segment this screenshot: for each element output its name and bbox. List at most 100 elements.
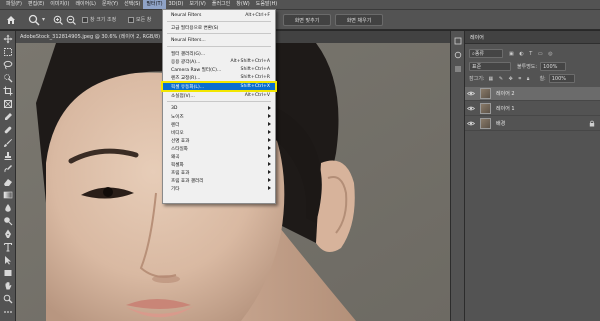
frame-tool-icon[interactable] — [3, 99, 13, 109]
eye-icon[interactable] — [465, 104, 477, 114]
clone-stamp-icon[interactable] — [3, 151, 13, 161]
submenu-arrow-icon — [268, 106, 271, 110]
menu-item-liquify[interactable]: 픽셀 유동화(L)... Shift+Ctrl+X — [161, 81, 277, 92]
layer-row-background[interactable]: 배경 — [465, 117, 600, 131]
quick-select-tool-icon[interactable] — [3, 73, 13, 83]
fill-screen-button[interactable]: 화면 채우기 — [335, 14, 383, 26]
zoom-in-icon[interactable] — [53, 15, 63, 25]
menu-help[interactable]: 도움말(H) — [253, 0, 280, 9]
menu-item-video[interactable]: 비디오 — [163, 129, 275, 136]
move-tool-icon[interactable] — [3, 34, 13, 44]
menu-item-neural-filters-last[interactable]: Neural Filters Alt+Ctrl+F — [163, 12, 275, 19]
menu-image[interactable]: 이미지(I) — [47, 0, 72, 9]
submenu-arrow-icon — [268, 178, 271, 182]
menu-item-label: 필터 갤러리(G)... — [171, 51, 206, 57]
blend-opacity-row: 표준 불투명도: 100% — [465, 62, 600, 71]
checkbox-box[interactable] — [82, 16, 88, 23]
panel-icon-strip — [451, 31, 465, 321]
menu-item-pixelate[interactable]: 픽셀화 — [163, 161, 275, 168]
blur-tool-icon[interactable] — [3, 203, 13, 213]
submenu-arrow-icon — [268, 186, 271, 190]
marquee-tool-icon[interactable] — [3, 47, 13, 57]
hand-tool-icon[interactable] — [3, 281, 13, 291]
menu-item-3d[interactable]: 3D — [163, 105, 275, 112]
resize-windows-checkbox[interactable]: 창 크기 조정 — [82, 16, 116, 23]
menu-item-filter-gallery[interactable]: 필터 갤러리(G)... — [163, 50, 275, 57]
history-brush-icon[interactable] — [3, 164, 13, 174]
menu-item-distort[interactable]: 왜곡 — [163, 153, 275, 160]
menu-item-blur-gallery[interactable]: 흐림 효과 갤러리 — [163, 177, 275, 184]
menu-item-vanishing-point[interactable]: 소실점(V)... Alt+Ctrl+V — [163, 92, 275, 99]
menu-item-shortcut: Shift+Ctrl+X — [240, 84, 270, 89]
crop-tool-icon[interactable] — [3, 86, 13, 96]
eyedropper-tool-icon[interactable] — [3, 112, 13, 122]
layer-row-layer-2[interactable]: 레이어 2 — [465, 87, 600, 101]
menu-window[interactable]: 창(W) — [233, 0, 252, 9]
menu-plugins[interactable]: 플러그인 — [209, 0, 233, 9]
menu-item-adaptive-wide-angle[interactable]: 응용 광각(A)... Alt+Shift+Ctrl+A — [163, 58, 275, 65]
menu-item-label: 렌즈 교정(R)... — [171, 75, 201, 81]
adjustments-icon[interactable] — [454, 65, 462, 73]
menu-item-label: 스타일화 — [171, 146, 188, 152]
checkbox-box[interactable] — [128, 16, 134, 23]
opacity-label: 불투명도: — [517, 64, 538, 70]
rectangle-tool-icon[interactable] — [3, 268, 13, 278]
menu-3d[interactable]: 3D(D) — [166, 0, 187, 9]
layer-row-layer-1[interactable]: 레이어 1 — [465, 102, 600, 116]
menu-item-stylize[interactable]: 스타일화 — [163, 145, 275, 152]
chevron-down-icon[interactable]: ▾ — [42, 16, 45, 23]
blend-mode-select[interactable]: 표준 — [469, 62, 511, 71]
menu-item-sharpen[interactable]: 선명 효과 — [163, 137, 275, 144]
menu-filter[interactable]: 필터(T) — [143, 0, 166, 9]
menu-layer[interactable]: 레이어(L) — [72, 0, 99, 9]
menu-item-blur[interactable]: 흐림 효과 — [163, 169, 275, 176]
pen-tool-icon[interactable] — [3, 229, 13, 239]
menu-select[interactable]: 선택(S) — [121, 0, 143, 9]
type-tool-icon[interactable] — [3, 242, 13, 252]
gradient-tool-icon[interactable] — [3, 190, 13, 200]
menu-item-neural-filters[interactable]: Neural Filters... — [163, 37, 275, 44]
home-icon[interactable] — [6, 15, 16, 25]
document-tab[interactable]: AdobeStock_312814905.jpeg @ 30.6% (레이어 2… — [16, 31, 166, 43]
dodge-tool-icon[interactable] — [3, 216, 13, 226]
brush-tool-icon[interactable] — [3, 138, 13, 148]
menu-item-noise[interactable]: 노이즈 — [163, 113, 275, 120]
submenu-arrow-icon — [268, 130, 271, 134]
eye-icon[interactable] — [465, 119, 477, 129]
history-icon[interactable] — [454, 37, 462, 45]
filter-icons[interactable]: ▣ ◐ T ▭ ◎ — [509, 51, 555, 57]
menu-file[interactable]: 파일(F) — [3, 0, 25, 9]
menu-item-camera-raw[interactable]: Camera Raw 필터(C)... Shift+Ctrl+A — [163, 66, 275, 73]
opacity-input[interactable]: 100% — [540, 62, 567, 71]
menu-item-other[interactable]: 기타 — [163, 185, 275, 192]
lock-icon[interactable] — [589, 120, 595, 127]
zoom-icon[interactable] — [3, 294, 13, 304]
eraser-tool-icon[interactable] — [3, 177, 13, 187]
all-windows-checkbox[interactable]: 모든 창 — [128, 16, 151, 23]
more-tools-icon[interactable] — [3, 307, 13, 317]
lasso-tool-icon[interactable] — [3, 60, 13, 70]
menu-item-render[interactable]: 렌더 — [163, 121, 275, 128]
fill-input[interactable]: 100% — [548, 74, 575, 83]
zoom-out-icon[interactable] — [66, 15, 76, 25]
menu-item-label: 선명 효과 — [171, 138, 190, 144]
submenu-arrow-icon — [268, 154, 271, 158]
healing-brush-icon[interactable] — [3, 125, 13, 135]
menu-edit[interactable]: 편집(E) — [25, 0, 47, 9]
menu-view[interactable]: 보기(V) — [186, 0, 209, 9]
eye-icon[interactable] — [465, 89, 477, 99]
layers-panel-title[interactable]: 레이어 — [470, 34, 484, 41]
menu-item-shortcut: Shift+Ctrl+R — [240, 75, 270, 80]
lock-icons[interactable]: ▦ ✎ ✥ ⌗ 🔒︎ — [489, 76, 532, 82]
submenu-arrow-icon — [268, 114, 271, 118]
path-selection-icon[interactable] — [3, 255, 13, 265]
menu-item-convert-smart-filters[interactable]: 고급 필터용으로 변환(S) — [163, 24, 275, 31]
properties-icon[interactable] — [454, 51, 462, 59]
menu-item-label: 흐림 효과 갤러리 — [171, 178, 204, 184]
menu-type[interactable]: 문자(Y) — [99, 0, 121, 9]
layer-kind-select[interactable]: ⌕ 종류 — [469, 49, 503, 58]
fit-screen-button[interactable]: 화면 맞추기 — [283, 14, 331, 26]
menu-item-shortcut: Alt+Ctrl+V — [244, 93, 270, 98]
zoom-tool-icon[interactable] — [28, 14, 40, 26]
menu-item-lens-correction[interactable]: 렌즈 교정(R)... Shift+Ctrl+R — [163, 74, 275, 81]
